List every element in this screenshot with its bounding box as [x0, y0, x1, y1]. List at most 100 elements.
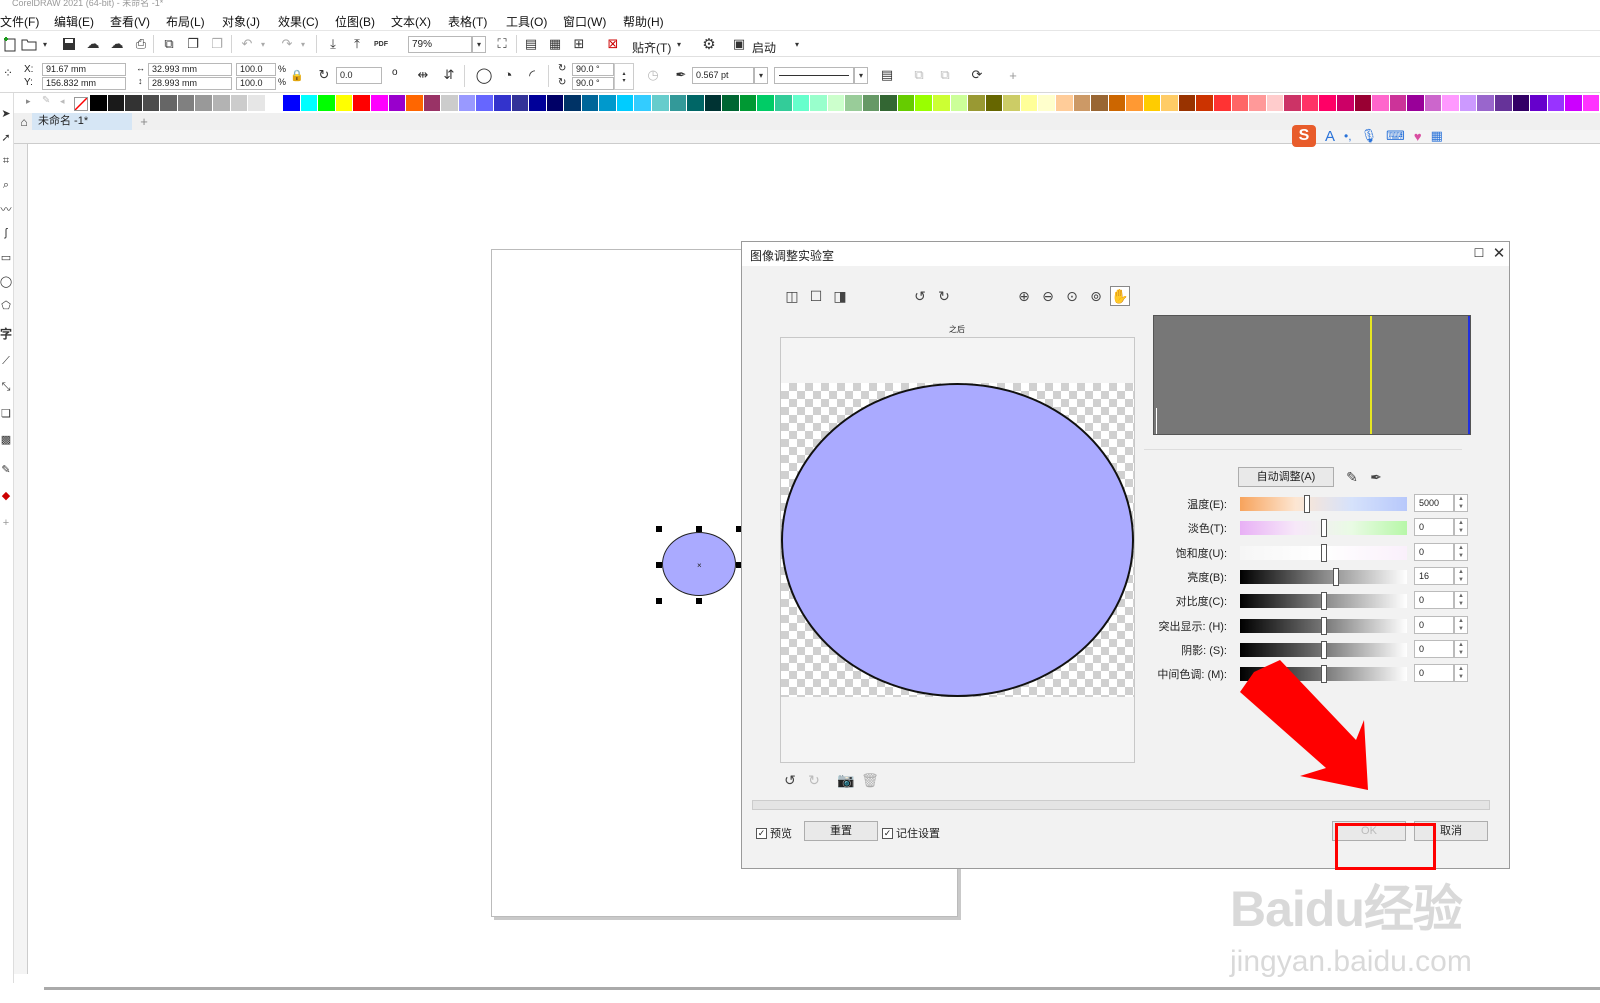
export-pdf-icon[interactable]: PDF	[372, 35, 390, 53]
preview-area[interactable]	[780, 337, 1135, 763]
convert-to-curves-icon[interactable]: ⟳	[968, 67, 986, 83]
redo-adjust-icon[interactable]: ↻	[804, 770, 824, 790]
color-swatch[interactable]	[300, 95, 319, 111]
angle-spinner[interactable]: ▴ ▾	[614, 63, 634, 90]
snap-dropdown-icon[interactable]: ▾	[674, 35, 684, 53]
zoom-in-icon[interactable]: ⊕	[1014, 286, 1034, 306]
menu-layout[interactable]: 布局(L)	[166, 13, 205, 30]
slider-track[interactable]	[1240, 616, 1407, 635]
rotate-left-icon[interactable]: ↺	[910, 286, 930, 306]
ellipse-icon[interactable]: ◯	[474, 65, 494, 85]
color-swatch[interactable]	[529, 95, 547, 111]
add-icon[interactable]: +	[1004, 67, 1022, 83]
slider-track[interactable]	[1240, 519, 1407, 538]
outline-width-dropdown-icon[interactable]: ▾	[754, 67, 768, 84]
rulers-icon[interactable]: ▤	[522, 35, 540, 53]
color-swatch[interactable]	[669, 95, 688, 111]
slider-track[interactable]	[1240, 640, 1407, 659]
color-swatch[interactable]	[318, 95, 336, 111]
remember-settings-checkbox[interactable]: ✓ 记住设置	[882, 825, 940, 841]
export-icon[interactable]: ⤒	[348, 35, 366, 53]
ime-punctuation-icon[interactable]: •,	[1344, 129, 1352, 143]
remember-check-icon[interactable]: ✓	[882, 827, 893, 839]
slider-thumb[interactable]	[1333, 567, 1340, 586]
color-swatch[interactable]	[90, 95, 108, 111]
add-tool-icon[interactable]: +	[0, 513, 12, 533]
color-swatch[interactable]	[1108, 95, 1127, 111]
color-swatch[interactable]	[1055, 95, 1074, 111]
color-swatch[interactable]	[160, 95, 178, 111]
color-swatch[interactable]	[1547, 95, 1566, 111]
color-swatch[interactable]	[1020, 95, 1039, 111]
color-swatch[interactable]	[774, 95, 793, 111]
color-swatch[interactable]	[1196, 95, 1214, 111]
outline-width-field[interactable]: 0.567 pt	[692, 67, 754, 84]
zoom-level-field[interactable]: 79%	[408, 36, 472, 53]
palette-scroll-icon[interactable]: ▸	[26, 96, 31, 107]
color-swatch[interactable]	[704, 95, 723, 111]
split-vertical-view-icon[interactable]: ◫	[782, 286, 802, 306]
cloud-upload-icon[interactable]: ☁	[84, 35, 102, 53]
slider-spinner[interactable]: ▲ ▼	[1454, 591, 1468, 610]
preview-checkbox[interactable]: ✓ 预览	[756, 825, 792, 841]
to-back-icon[interactable]: ⧉	[936, 67, 954, 83]
save-icon[interactable]	[60, 35, 78, 53]
zoom-tool-icon[interactable]: ⌕	[0, 175, 12, 195]
connector-tool-icon[interactable]: ⤡	[0, 377, 12, 397]
color-swatch[interactable]	[406, 95, 424, 111]
slider-thumb[interactable]	[1320, 543, 1327, 562]
menu-table[interactable]: 表格(T)	[448, 13, 487, 30]
color-swatch[interactable]	[1336, 95, 1355, 111]
snapshot-camera-icon[interactable]: 📷	[836, 770, 856, 790]
arc-icon[interactable]: ◜	[522, 65, 542, 85]
lock-ratio-icon[interactable]: 🔒	[290, 67, 304, 83]
text-tool-icon[interactable]: 字	[0, 323, 12, 343]
freehand-tool-icon[interactable]: 〰	[0, 199, 12, 219]
zoom-dropdown-icon[interactable]: ▾	[472, 36, 486, 53]
mirror-vertical-icon[interactable]: ⇵	[440, 67, 458, 83]
color-swatch[interactable]	[107, 95, 126, 111]
color-swatch[interactable]	[1372, 95, 1390, 111]
x-position-field[interactable]: 91.67 mm	[42, 63, 126, 76]
color-swatch[interactable]	[177, 95, 196, 111]
menu-object[interactable]: 对象(J)	[222, 13, 260, 30]
color-swatch[interactable]	[283, 95, 301, 111]
no-color-swatch[interactable]	[74, 97, 88, 111]
launch-icon[interactable]: ▣	[730, 35, 748, 53]
eyedropper-icon[interactable]: ✎	[0, 459, 12, 479]
menu-edit[interactable]: 编辑(E)	[54, 13, 94, 30]
slider-spinner[interactable]: ▲ ▼	[1454, 542, 1468, 561]
color-swatch[interactable]	[265, 95, 284, 111]
color-swatch[interactable]	[1249, 95, 1267, 111]
color-swatch[interactable]	[335, 95, 354, 111]
color-swatch[interactable]	[634, 95, 652, 111]
selection-handle[interactable]	[656, 526, 662, 532]
redo-icon[interactable]: ↷	[278, 35, 296, 53]
slider-value-field[interactable]: 0	[1414, 542, 1454, 561]
color-swatch[interactable]	[1407, 95, 1425, 111]
close-icon[interactable]: ✕	[1490, 244, 1508, 262]
new-document-icon[interactable]	[2, 35, 18, 53]
parallel-dimension-icon[interactable]: ⟋	[0, 351, 12, 371]
color-swatch[interactable]	[1301, 95, 1320, 111]
height-field[interactable]: 28.993 mm	[148, 77, 232, 90]
color-swatch[interactable]	[1459, 95, 1478, 111]
color-swatch[interactable]	[125, 95, 143, 111]
color-swatch[interactable]	[388, 95, 407, 111]
ime-chinese-mode-icon[interactable]: A	[1325, 128, 1335, 145]
menu-tools[interactable]: 工具(O)	[506, 13, 547, 30]
color-swatch[interactable]	[1424, 95, 1443, 111]
split-compare-view-icon[interactable]: ◨	[830, 286, 850, 306]
open-folder-icon[interactable]	[20, 35, 38, 53]
new-tab-icon[interactable]: +	[136, 114, 152, 129]
guidelines-icon[interactable]: ⊞	[570, 35, 588, 53]
launch-dropdown-icon[interactable]: ▾	[792, 35, 802, 53]
color-swatch[interactable]	[1284, 95, 1302, 111]
maximize-icon[interactable]: ☐	[1470, 244, 1488, 262]
color-swatch[interactable]	[1091, 95, 1109, 111]
color-swatch[interactable]	[353, 95, 371, 111]
color-swatch[interactable]	[230, 95, 249, 111]
object-origin-icon[interactable]: ⁘	[0, 63, 16, 83]
color-swatch[interactable]	[1582, 95, 1600, 111]
center-marker-icon[interactable]: ×	[697, 561, 702, 570]
